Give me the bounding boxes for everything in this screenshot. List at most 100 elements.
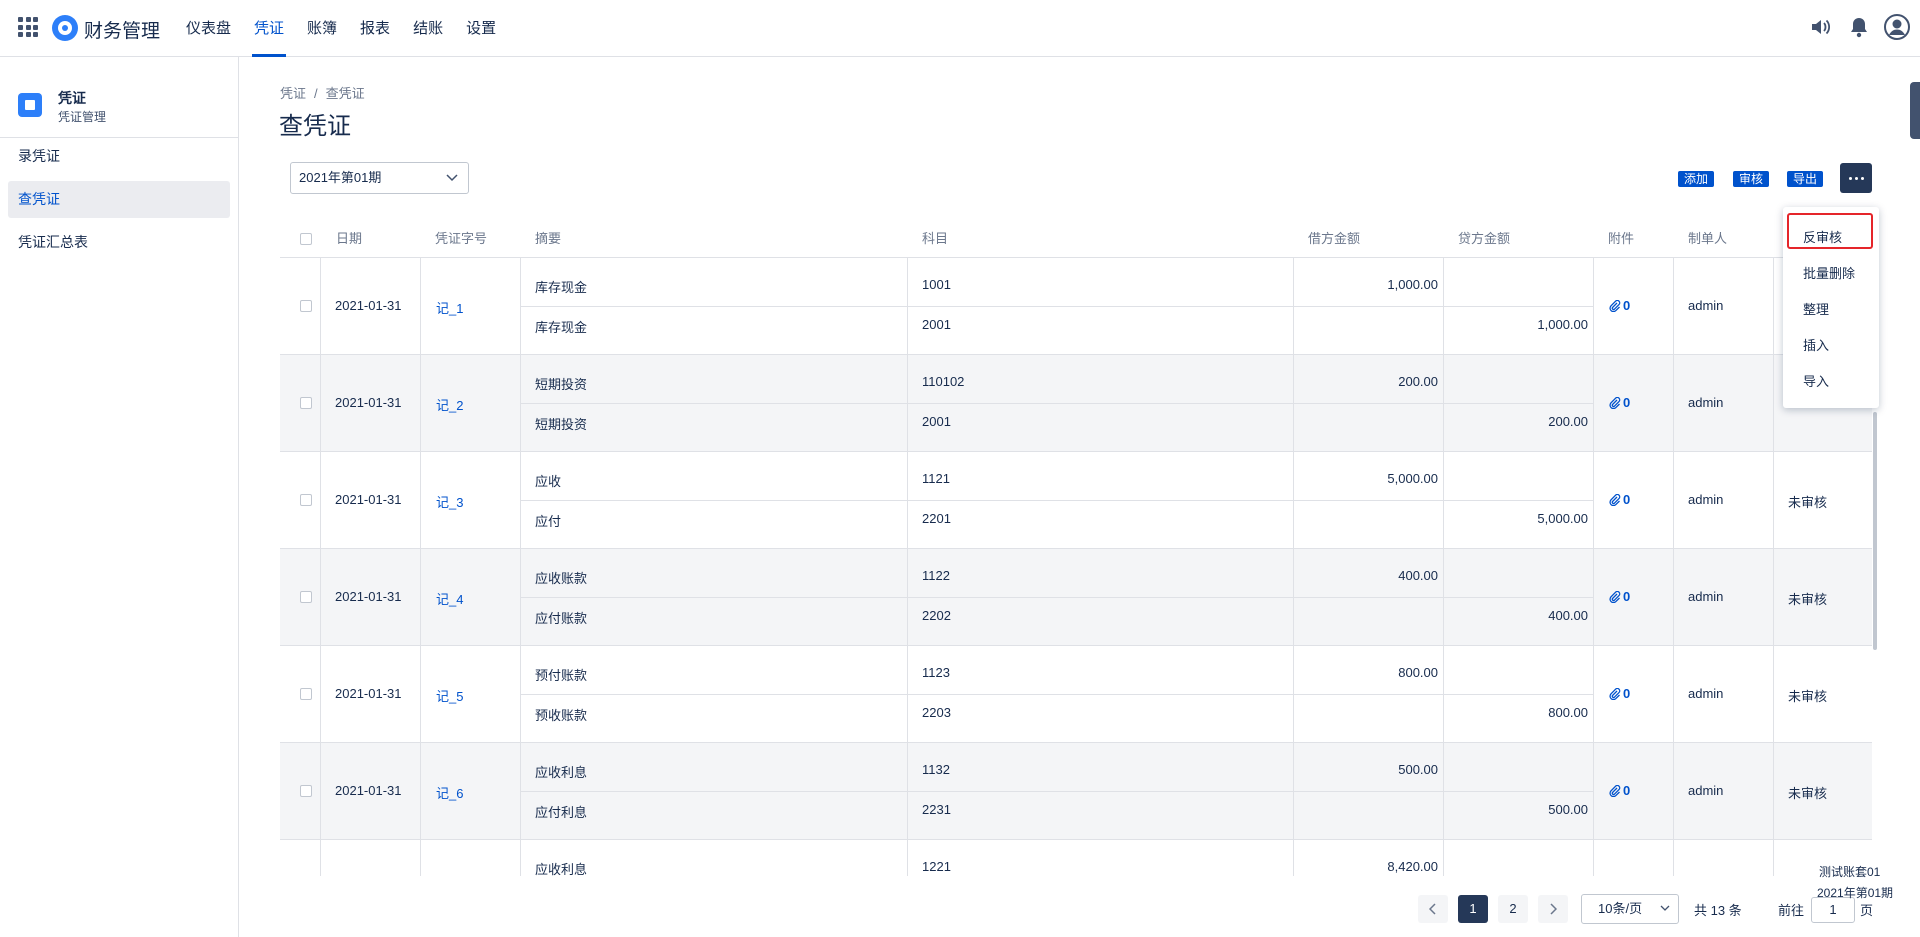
page-1-button[interactable]: 1 — [1458, 895, 1488, 923]
voucher-status: 未审核 — [1788, 495, 1828, 510]
page-title: 查凭证 — [279, 113, 351, 140]
col-voucher-no: 凭证字号 — [435, 231, 488, 246]
menu-item-import[interactable]: 导入 — [1803, 371, 1829, 390]
bell-icon[interactable] — [1846, 14, 1872, 40]
export-button[interactable]: 导出 — [1787, 171, 1824, 187]
chevron-right-icon — [1550, 903, 1558, 915]
table-row[interactable]: 2021-01-31 记_5 预付账款 1123 800.00 预收账款 2203 800.0… — [280, 646, 1872, 743]
table-row[interactable]: 2021-01-31 记_3 应收 1121 5,000.00 应付 2201 5,000.0… — [280, 452, 1872, 549]
column-divider — [1443, 840, 1444, 876]
voucher-number-link[interactable]: 记_4 — [436, 589, 463, 608]
user-avatar-icon[interactable] — [1884, 14, 1910, 40]
attachment-link[interactable]: 0 — [1609, 686, 1630, 701]
column-divider — [907, 840, 908, 876]
nav-report[interactable]: 报表 — [350, 0, 400, 57]
voucher-number-link[interactable]: 记_5 — [436, 686, 463, 705]
row-checkbox[interactable] — [300, 300, 312, 312]
attachment-link[interactable]: 0 — [1609, 492, 1630, 507]
paperclip-icon — [1609, 590, 1621, 603]
nav-ledger[interactable]: 账簿 — [297, 0, 347, 57]
menu-item-organize[interactable]: 整理 — [1803, 299, 1829, 318]
nav-voucher[interactable]: 凭证 — [244, 0, 294, 57]
menu-item-insert[interactable]: 插入 — [1803, 335, 1829, 354]
menu-item-batch-delete[interactable]: 批量删除 — [1803, 263, 1855, 282]
next-page-button[interactable] — [1538, 895, 1568, 923]
prev-page-button[interactable] — [1418, 895, 1448, 923]
side-panel-handle[interactable] — [1910, 82, 1920, 139]
table-row[interactable]: 2021-01-31 记_2 短期投资 110102 200.00 短期投资 2001 200… — [280, 355, 1872, 452]
table-scrollbar[interactable] — [1873, 412, 1877, 650]
paperclip-icon — [1609, 493, 1621, 506]
col-subject: 科目 — [922, 231, 949, 246]
voucher-number-link[interactable]: 记_3 — [436, 492, 463, 511]
line-divider — [520, 306, 1593, 307]
breadcrumb-voucher[interactable]: 凭证 — [280, 86, 306, 101]
attachment-link[interactable]: 0 — [1609, 395, 1630, 410]
col-credit: 贷方金额 — [1458, 231, 1511, 246]
line-subject: 1123 — [922, 665, 950, 680]
chevron-down-icon — [1660, 905, 1670, 911]
voucher-number-link[interactable]: 记_2 — [436, 395, 463, 414]
add-button[interactable]: 添加 — [1678, 171, 1715, 187]
voucher-number-link[interactable]: 记_1 — [436, 298, 463, 317]
row-checkbox[interactable] — [300, 494, 312, 506]
sidebar-title: 凭证 — [58, 90, 86, 106]
audit-button[interactable]: 审核 — [1733, 171, 1770, 187]
attachment-link[interactable]: 0 — [1609, 783, 1630, 798]
attachment-count: 0 — [1623, 589, 1631, 604]
account-period: 2021年第01期 — [1817, 886, 1894, 900]
nav-dashboard[interactable]: 仪表盘 — [176, 0, 241, 57]
column-divider — [420, 743, 421, 839]
select-all-checkbox[interactable] — [300, 233, 312, 245]
line-debit: 1,000.00 — [1387, 277, 1438, 292]
table-row[interactable]: 2021-01-31 记_4 应收账款 1122 400.00 应付账款 2202 400.0… — [280, 549, 1872, 646]
attachment-count: 0 — [1623, 686, 1631, 701]
voucher-date: 2021-01-31 — [335, 492, 402, 507]
sidebar-subtitle: 凭证管理 — [58, 110, 107, 124]
attachment-link[interactable]: 0 — [1609, 298, 1630, 313]
row-checkbox[interactable] — [300, 591, 312, 603]
column-divider — [1773, 258, 1774, 354]
line-summary: 应付利息 — [535, 805, 588, 820]
voucher-maker: admin — [1688, 686, 1724, 701]
line-credit: 400.00 — [1548, 608, 1588, 623]
account-name: 测试账套01 — [1819, 865, 1881, 879]
speaker-icon[interactable] — [1808, 14, 1834, 40]
menu-item-unaudit[interactable]: 反审核 — [1803, 227, 1842, 246]
attachment-count: 0 — [1623, 492, 1631, 507]
voucher-date: 2021-01-31 — [335, 395, 402, 410]
voucher-status: 未审核 — [1788, 592, 1828, 607]
attachment-link[interactable]: 0 — [1609, 589, 1630, 604]
column-divider — [1773, 840, 1774, 876]
nav-closing[interactable]: 结账 — [403, 0, 453, 57]
period-select[interactable]: 2021年第01期 — [290, 162, 469, 194]
table-row[interactable]: 应收利息 1221 8,420.00 — [280, 840, 1872, 876]
row-checkbox[interactable] — [300, 785, 312, 797]
sidebar-item-summary[interactable]: 凭证汇总表 — [8, 224, 230, 261]
paperclip-icon — [1609, 299, 1621, 312]
app-grid-icon[interactable] — [18, 17, 38, 37]
table-header: 日期 凭证字号 摘要 科目 借方金额 贷方金额 附件 制单人 — [280, 220, 1872, 258]
page-2-button[interactable]: 2 — [1498, 895, 1528, 923]
line-divider — [520, 694, 1593, 695]
sidebar-item-entry[interactable]: 录凭证 — [8, 138, 230, 175]
line-summary: 预付账款 — [535, 668, 588, 683]
sidebar-item-query[interactable]: 查凭证 — [8, 181, 230, 218]
voucher-number-link[interactable]: 记_6 — [436, 783, 463, 802]
table-row[interactable]: 2021-01-31 记_1 库存现金 1001 1,000.00 库存现金 2001 1,0… — [280, 258, 1872, 355]
nav-settings[interactable]: 设置 — [456, 0, 506, 57]
sidebar: 凭证 凭证管理 录凭证 查凭证 凭证汇总表 — [0, 57, 239, 937]
line-summary: 库存现金 — [535, 320, 588, 335]
page-size-select[interactable]: 10条/页 — [1581, 894, 1679, 924]
more-actions-button[interactable] — [1840, 163, 1872, 193]
row-checkbox[interactable] — [300, 397, 312, 409]
chevron-down-icon — [446, 174, 458, 182]
line-subject: 1221 — [922, 859, 951, 874]
voucher-date: 2021-01-31 — [335, 686, 402, 701]
line-subject: 2202 — [922, 608, 951, 623]
row-checkbox[interactable] — [300, 688, 312, 700]
page-unit-label: 页 — [1860, 903, 1874, 918]
table-row[interactable]: 2021-01-31 记_6 应收利息 1132 500.00 应付利息 2231 500.0… — [280, 743, 1872, 840]
column-divider — [420, 355, 421, 451]
column-divider — [320, 743, 321, 839]
